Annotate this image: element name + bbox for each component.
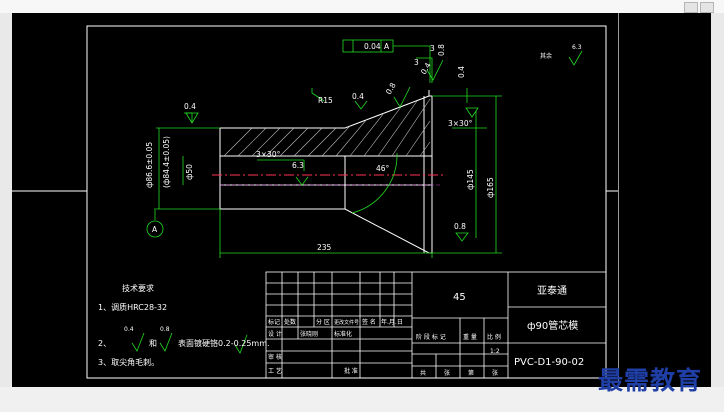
notes-line2-sym1: 0.4: [124, 326, 134, 333]
dia-outer-left: ф86.6±0.05: [145, 142, 154, 188]
window-top-bar: [0, 0, 724, 13]
standardization-label: 标准化: [334, 330, 352, 338]
sheet-current: 第: [468, 369, 474, 377]
part-name: ф90管芯模: [527, 319, 578, 332]
scale-value: 1:2: [490, 348, 500, 355]
process-label: 工 艺: [268, 367, 282, 375]
rough-val-6: 0.8: [454, 222, 466, 231]
rough-general-value: 6.3: [572, 44, 582, 51]
dia-right-a: ф165: [486, 177, 495, 198]
dia-bore: ф50: [185, 164, 194, 180]
close-button[interactable]: [700, 2, 714, 13]
sheet-total: 共: [420, 369, 426, 377]
approve-label: 批 准: [344, 367, 358, 375]
dia-right-b: ф145: [466, 169, 475, 190]
notes-line2-suffix: 表面镀硬铬0.2-0.25mm.: [178, 338, 270, 348]
watermark-logo: 最需教育: [598, 366, 703, 395]
rev-header-2: 处数: [284, 318, 296, 326]
dia-outer-left-paren: (ф84.4±0.05): [162, 136, 171, 188]
part-outline: [219, 90, 433, 254]
radius-label: R15: [318, 96, 333, 105]
rough-val-5: 3: [430, 44, 435, 53]
rough-val-7: 0.8: [384, 81, 398, 96]
left-margin: [0, 13, 12, 387]
notes-line2-sym2: 0.8: [160, 326, 170, 333]
company-name: 亚泰通: [537, 284, 567, 297]
rough-val-2: 0.4: [184, 102, 196, 111]
rough-val-1: 0.8: [437, 44, 446, 56]
scale-label: 比 例: [487, 333, 501, 341]
angle-label: 46°: [376, 164, 390, 173]
right-panel: [618, 13, 711, 387]
rev-header-4: 更改文件号: [334, 319, 359, 326]
rough-general-label: 其余: [540, 52, 552, 60]
rev-header-1: 标记: [268, 318, 280, 326]
design-label: 设 计: [268, 330, 282, 338]
notes-line1: 1、调质HRC28-32: [98, 302, 167, 312]
chamfer-right: 3×30°: [448, 119, 473, 128]
rev-header-3: 分 区: [316, 318, 330, 326]
tolerance-datum: A: [384, 42, 390, 51]
rough-val-4: 3: [414, 58, 419, 67]
minimize-button[interactable]: [684, 2, 698, 13]
designer-name: 张晓刚: [300, 330, 318, 338]
weight-label: 重 量: [463, 333, 477, 341]
notes-line3: 3、取尖角毛刺。: [98, 357, 159, 367]
rough-val-9: 0.4: [419, 61, 433, 76]
length-dimension: 235: [317, 243, 332, 252]
stage-label: 阶 段 标 记: [416, 333, 446, 341]
review-label: 审 核: [268, 353, 282, 361]
rough-val-10: 6.3: [292, 161, 304, 170]
notes-title: 技术要求: [122, 283, 154, 293]
sheet-total-unit: 张: [444, 369, 450, 377]
datum-bubble-label: A: [152, 225, 158, 234]
notes-line2-prefix: 2、: [98, 339, 111, 348]
tolerance-value: 0.04: [364, 42, 381, 51]
sheet-current-unit: 张: [492, 369, 498, 377]
dimension-lines: [146, 39, 502, 258]
notes-line2-and: 和: [149, 339, 157, 348]
cad-drawing-canvas[interactable]: 0.04 A R15 3×30° 3×30° 46° 235 A 其余 6.3 …: [12, 13, 618, 387]
drawing-number: PVC-D1-90-02: [514, 357, 584, 368]
rev-header-5: 签 名: [362, 318, 376, 326]
chamfer-left: 3×30°: [256, 150, 281, 159]
material-value: 45: [453, 292, 466, 303]
rev-header-6: 年.月.日: [381, 318, 403, 326]
right-scroll-area[interactable]: [710, 13, 724, 387]
rough-val-3: 0.4: [457, 66, 466, 78]
rough-val-8: 0.4: [352, 92, 364, 101]
